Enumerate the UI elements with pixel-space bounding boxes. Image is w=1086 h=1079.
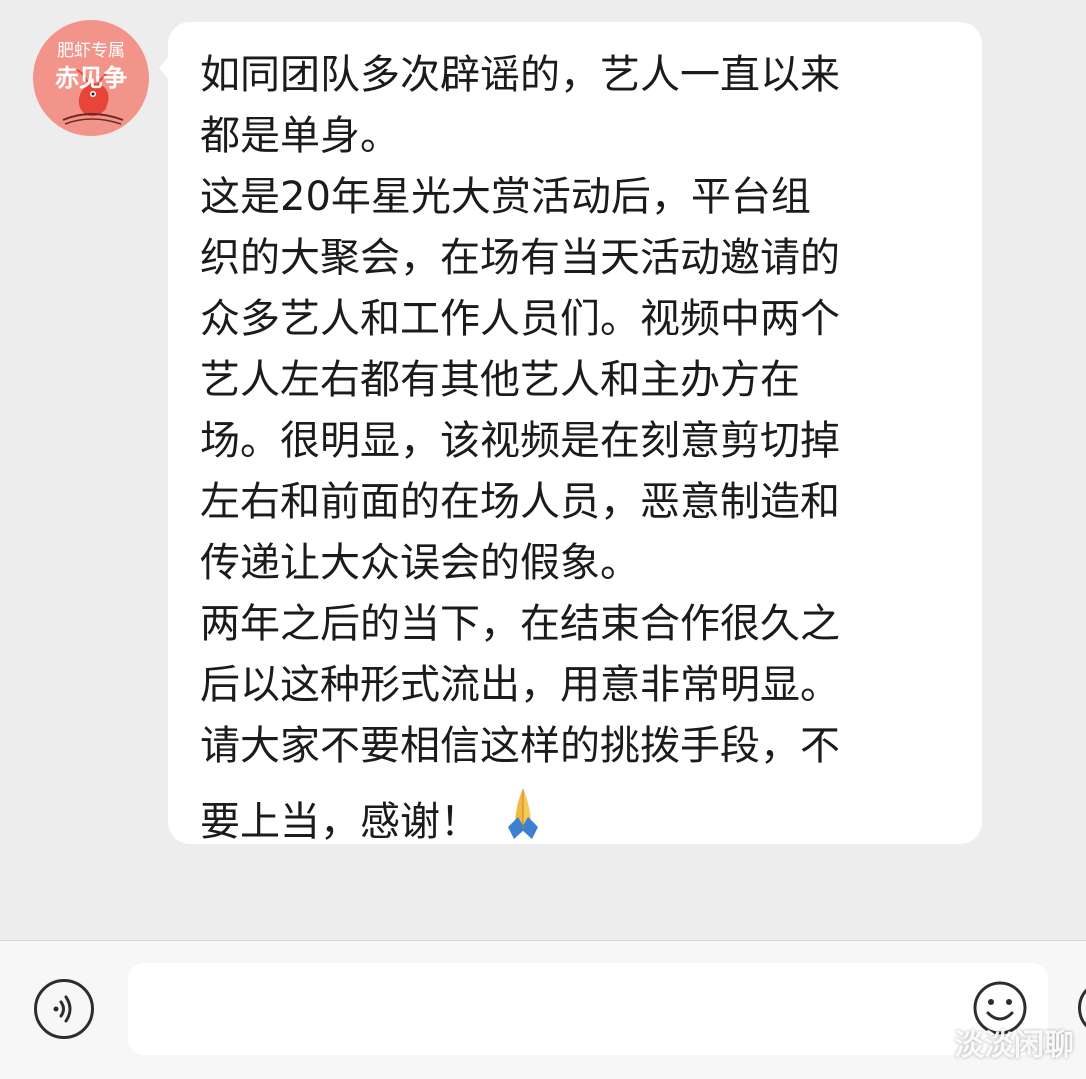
voice-button[interactable]: [34, 979, 94, 1039]
sender-avatar[interactable]: 肥虾专属 赤见争: [33, 20, 149, 136]
message-line: 这是20年星光大赏活动后，平台组: [200, 174, 811, 220]
message-line: 两年之后的当下，在结束合作很久之: [200, 601, 840, 647]
message-line: 如同团队多次辟谣的，艺人一直以来: [200, 52, 840, 98]
input-bar: [0, 940, 1086, 1079]
chat-area[interactable]: 肥虾专属 赤见争 如同团队多次辟谣的，艺人一直以来 都是单身。 这是20年星光大…: [0, 0, 1086, 940]
message-line: 请大家不要相信这样的挑拨手段，不: [200, 723, 840, 769]
voice-icon: [53, 995, 72, 1023]
message-line: 织的大聚会，在场有当天活动邀请的: [200, 235, 840, 281]
message-line: 艺人左右都有其他艺人和主办方在: [200, 357, 800, 403]
message-line-text: 要上当，感谢！: [200, 799, 480, 845]
message-line: 后以这种形式流出，用意非常明显。: [200, 662, 840, 708]
message-bubble[interactable]: 如同团队多次辟谣的，艺人一直以来 都是单身。 这是20年星光大赏活动后，平台组 …: [159, 22, 982, 845]
message-input[interactable]: [128, 963, 1048, 1055]
avatar-caption-bottom: 赤见争: [55, 63, 127, 92]
message-line-last: 要上当，感谢！: [200, 783, 552, 852]
message-line: 传递让大众误会的假象。: [200, 540, 640, 586]
watermark: 淡淡闲聊: [954, 1028, 1074, 1063]
message-line: 都是单身。: [200, 113, 400, 159]
bubble-tail: [159, 56, 169, 80]
message-line: 场。很明显，该视频是在刻意剪切掉: [200, 418, 840, 464]
message-line: 左右和前面的在场人员，恶意制造和: [200, 479, 840, 525]
folded-hands-icon: [494, 783, 552, 852]
message-line: 众多艺人和工作人员们。视频中两个: [200, 296, 840, 342]
